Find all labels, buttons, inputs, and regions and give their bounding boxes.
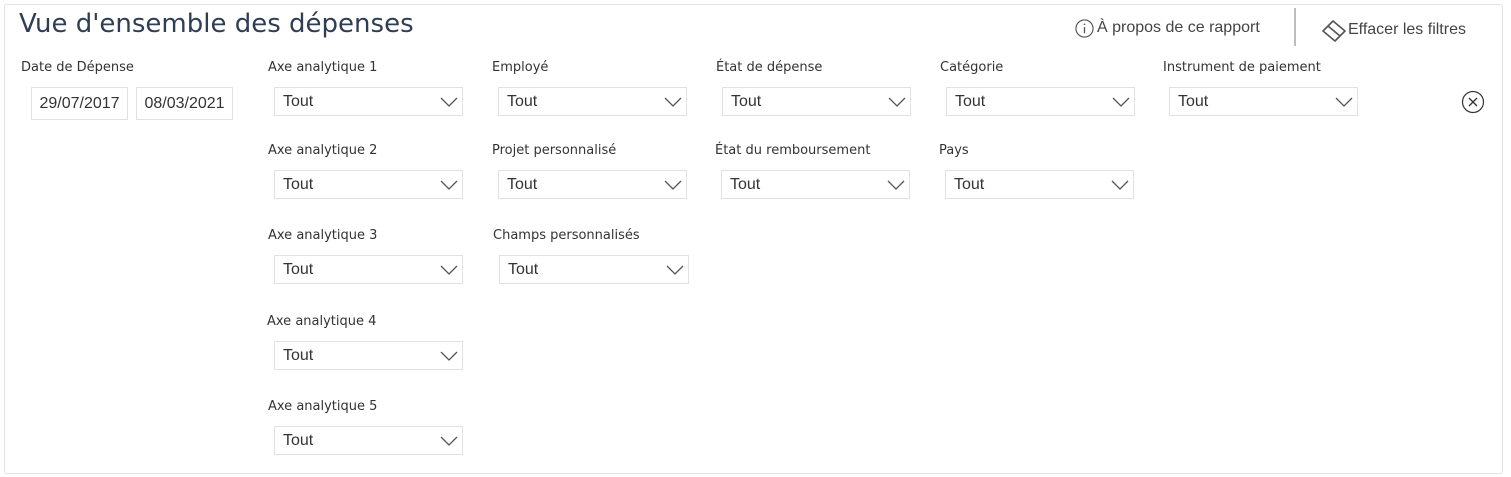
axe4-label: Axe analytique 4 <box>267 314 377 329</box>
axe3-dropdown[interactable]: Tout <box>274 255 463 284</box>
pays-value: Tout <box>954 176 985 193</box>
info-circle-icon <box>1075 18 1094 38</box>
page-title: Vue d'ensemble des dépenses <box>19 9 414 39</box>
etat-remb-label: État du remboursement <box>715 143 871 158</box>
chevron-down-icon <box>664 97 682 107</box>
etat-depense-label: État de dépense <box>716 60 823 75</box>
champs-dropdown[interactable]: Tout <box>499 255 689 284</box>
axe5-value: Tout <box>283 432 314 449</box>
axe4-value: Tout <box>283 347 314 364</box>
projet-label: Projet personnalisé <box>492 143 617 158</box>
etat-depense-value: Tout <box>731 93 762 110</box>
axe3-value: Tout <box>283 261 314 278</box>
date-start-input[interactable]: 29/07/2017 <box>31 87 128 120</box>
employe-label: Employé <box>492 60 549 75</box>
axe1-dropdown[interactable]: Tout <box>274 87 463 116</box>
chevron-down-icon <box>666 265 684 275</box>
champs-label: Champs personnalisés <box>493 228 640 243</box>
eraser-icon <box>1322 20 1346 42</box>
etat-remb-value: Tout <box>730 176 761 193</box>
categorie-label: Catégorie <box>940 60 1004 75</box>
axe1-value: Tout <box>283 93 314 110</box>
close-circle-icon[interactable] <box>1461 90 1485 114</box>
instrument-label: Instrument de paiement <box>1163 60 1321 75</box>
date-filter-label: Date de Dépense <box>21 60 134 75</box>
projet-value: Tout <box>507 176 538 193</box>
axe4-dropdown[interactable]: Tout <box>274 341 463 370</box>
chevron-down-icon <box>1112 97 1130 107</box>
axe5-dropdown[interactable]: Tout <box>274 426 463 455</box>
chevron-down-icon <box>440 265 458 275</box>
instrument-dropdown[interactable]: Tout <box>1169 87 1358 116</box>
chevron-down-icon <box>1111 180 1129 190</box>
employe-dropdown[interactable]: Tout <box>498 87 687 116</box>
about-report-label: À propos de ce rapport <box>1097 19 1260 36</box>
instrument-value: Tout <box>1178 93 1209 110</box>
axe2-value: Tout <box>283 176 314 193</box>
axe2-label: Axe analytique 2 <box>268 143 378 158</box>
header-divider <box>1294 8 1296 46</box>
chevron-down-icon <box>440 180 458 190</box>
pays-label: Pays <box>939 143 969 158</box>
chevron-down-icon <box>440 436 458 446</box>
categorie-dropdown[interactable]: Tout <box>946 87 1135 116</box>
chevron-down-icon <box>887 180 905 190</box>
chevron-down-icon <box>440 351 458 361</box>
clear-filters-label: Effacer les filtres <box>1348 21 1466 38</box>
chevron-down-icon <box>440 97 458 107</box>
axe2-dropdown[interactable]: Tout <box>274 170 463 199</box>
axe5-label: Axe analytique 5 <box>268 399 378 414</box>
axe3-label: Axe analytique 3 <box>268 228 378 243</box>
champs-value: Tout <box>508 261 539 278</box>
employe-value: Tout <box>507 93 538 110</box>
projet-dropdown[interactable]: Tout <box>498 170 687 199</box>
etat-remb-dropdown[interactable]: Tout <box>721 170 910 199</box>
axe1-label: Axe analytique 1 <box>268 60 378 75</box>
chevron-down-icon <box>888 97 906 107</box>
date-end-input[interactable]: 08/03/2021 <box>136 87 233 120</box>
chevron-down-icon <box>1335 97 1353 107</box>
about-report-button[interactable]: À propos de ce rapport <box>1075 16 1260 40</box>
categorie-value: Tout <box>955 93 986 110</box>
chevron-down-icon <box>664 180 682 190</box>
pays-dropdown[interactable]: Tout <box>945 170 1134 199</box>
etat-depense-dropdown[interactable]: Tout <box>722 87 911 116</box>
clear-filters-button[interactable]: Effacer les filtres <box>1320 18 1466 42</box>
